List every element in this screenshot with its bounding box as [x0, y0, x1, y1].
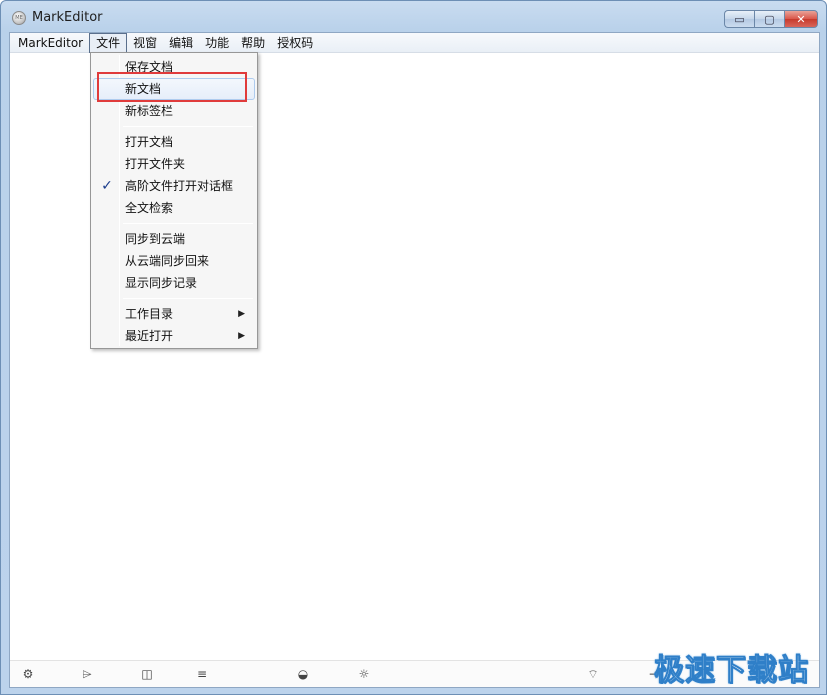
menu-separator	[123, 223, 253, 224]
submenu-arrow-icon: ▶	[238, 331, 245, 341]
menu-item-working-directory[interactable]: 工作目录 ▶	[93, 303, 255, 325]
list-menu-icon[interactable]: ≡	[194, 666, 210, 682]
menu-license[interactable]: 授权码	[271, 33, 319, 53]
menu-markeditor[interactable]: MarkEditor	[12, 33, 89, 53]
menu-item-label: 全文检索	[125, 201, 174, 215]
menu-separator	[123, 126, 253, 127]
menu-window[interactable]: 视窗	[127, 33, 163, 53]
menu-item-label: 高阶文件打开对话框	[125, 179, 234, 193]
window-title: MarkEditor	[32, 10, 103, 25]
menu-item-new-tab[interactable]: 新标签栏	[93, 100, 255, 122]
lightbulb-icon[interactable]: ☼	[356, 666, 372, 682]
menu-edit[interactable]: 编辑	[163, 33, 199, 53]
menu-item-label: 打开文件夹	[125, 157, 186, 171]
menu-item-show-sync-log[interactable]: 显示同步记录	[93, 272, 255, 294]
menu-item-label: 新标签栏	[125, 104, 174, 118]
close-icon: ✕	[796, 12, 806, 26]
theme-contrast-icon[interactable]: ◒	[295, 666, 311, 682]
menu-separator	[123, 298, 253, 299]
menu-file[interactable]: 文件	[89, 32, 128, 53]
menu-item-label: 同步到云端	[125, 232, 186, 246]
highlight-annotation-box	[97, 72, 247, 102]
menu-bar: MarkEditor 文件 视窗 编辑 功能 帮助 授权码	[10, 32, 819, 53]
menu-help[interactable]: 帮助	[235, 33, 271, 53]
menu-item-label: 最近打开	[125, 329, 174, 343]
checkmark-icon: ✓	[101, 178, 113, 194]
menu-item-advanced-open-dialog[interactable]: ✓ 高阶文件打开对话框	[93, 175, 255, 197]
menu-function[interactable]: 功能	[199, 33, 235, 53]
watermark-logo: 极速下载站	[654, 653, 809, 689]
maximize-button[interactable]: ▢	[754, 10, 784, 28]
minimize-button[interactable]: ▭	[724, 10, 754, 28]
maximize-icon: ▢	[764, 12, 775, 26]
menu-item-label: 从云端同步回来	[125, 254, 210, 268]
title-bar[interactable]: ME MarkEditor ▭ ▢ ✕	[1, 1, 826, 33]
menu-item-label: 工作目录	[125, 307, 174, 321]
caption-buttons: ▭ ▢ ✕	[724, 10, 818, 28]
minimize-icon: ▭	[734, 12, 745, 26]
folder-open-icon[interactable]: ⌲	[79, 666, 95, 682]
menu-item-full-text-search[interactable]: 全文检索	[93, 197, 255, 219]
close-button[interactable]: ✕	[784, 10, 818, 28]
submenu-arrow-icon: ▶	[238, 309, 245, 319]
menu-item-label: 显示同步记录	[125, 276, 198, 290]
menu-item-sync-from-cloud[interactable]: 从云端同步回来	[93, 250, 255, 272]
app-logo-icon: ME	[12, 11, 26, 25]
menu-item-open-folder[interactable]: 打开文件夹	[93, 153, 255, 175]
gear-icon[interactable]: ⚙	[20, 666, 36, 682]
wifi-icon[interactable]: ⌔	[585, 666, 601, 682]
menu-item-recent-files[interactable]: 最近打开 ▶	[93, 325, 255, 347]
menu-item-open-document[interactable]: 打开文档	[93, 131, 255, 153]
menu-item-label: 打开文档	[125, 135, 174, 149]
split-view-icon[interactable]: ◫	[139, 666, 155, 682]
menu-item-sync-to-cloud[interactable]: 同步到云端	[93, 228, 255, 250]
